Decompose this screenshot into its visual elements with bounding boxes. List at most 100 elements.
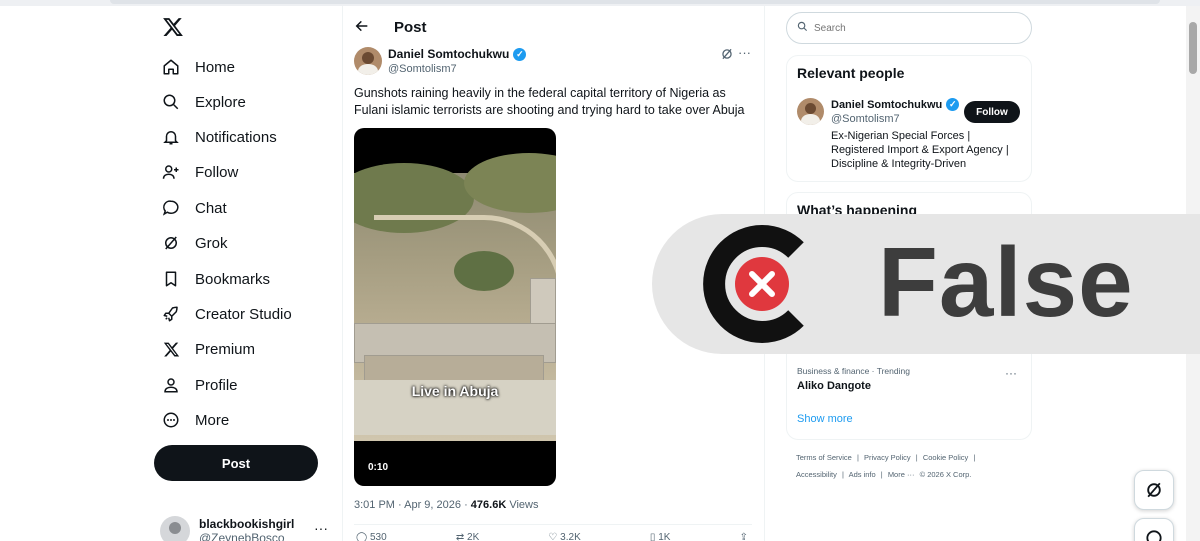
trend-more-icon[interactable]: ··· <box>1005 366 1017 380</box>
nav-profile[interactable]: Profile <box>160 370 238 400</box>
nav-more[interactable]: More <box>160 405 229 435</box>
author-name: Daniel Somtochukwu <box>388 47 510 61</box>
post-actions: ◯ 530 ⇄ 2K ♡ 3.2K ▯ 1K ⇪ <box>356 532 748 541</box>
nav-label: Follow <box>195 163 239 181</box>
repost-button[interactable]: ⇄ 2K <box>456 532 479 541</box>
nav-label: Creator Studio <box>195 305 292 323</box>
video-duration: 0:10 <box>368 462 389 473</box>
add-user-icon <box>160 161 182 183</box>
search-icon <box>160 91 182 113</box>
reply-count: 530 <box>369 532 387 541</box>
nav-label: Bookmarks <box>195 270 271 288</box>
footer-separator: | <box>856 453 859 462</box>
grok-float-button[interactable] <box>1134 470 1174 510</box>
divider <box>354 524 752 525</box>
footer-links-row2: Accessibility | Ads info | More ··· © 20… <box>796 470 974 479</box>
scrollbar-thumb[interactable] <box>1189 22 1197 74</box>
search-box[interactable] <box>786 12 1032 44</box>
reply-button[interactable]: ◯ 530 <box>356 532 387 541</box>
video-frame <box>354 153 556 441</box>
home-icon <box>160 56 182 78</box>
trend-category: Business & finance · Trending <box>797 366 910 376</box>
nav-home[interactable]: Home <box>160 52 235 82</box>
views-count: 476.6K <box>470 499 507 511</box>
share-icon[interactable]: ⇪ <box>740 532 748 541</box>
like-button[interactable]: ♡ 3.2K <box>548 532 580 541</box>
footer-link-more[interactable]: More ··· <box>888 470 915 479</box>
person-name: Daniel Somtochukwu <box>831 98 943 111</box>
more-dots-icon[interactable]: ··· <box>314 520 328 536</box>
x-logo-icon <box>160 338 182 360</box>
x-logo-icon[interactable] <box>162 16 184 38</box>
relevant-people-title: Relevant people <box>797 65 905 81</box>
nav-premium[interactable]: Premium <box>160 334 255 364</box>
page-title: Post <box>394 19 427 36</box>
chat-bubble-icon <box>160 197 182 219</box>
like-count: 3.2K <box>560 532 581 541</box>
author-name-row[interactable]: Daniel Somtochukwu ✓ <box>388 47 527 61</box>
nav-label: Profile <box>195 376 238 394</box>
post-meta: 3:01 PM · Apr 9, 2026 · 476.6K Views <box>354 499 538 511</box>
nav-label: Grok <box>195 234 228 252</box>
address-bar[interactable] <box>110 0 1160 4</box>
footer-link-ads-info[interactable]: Ads info <box>849 470 876 479</box>
verified-badge-icon: ✓ <box>513 47 527 61</box>
bell-icon <box>160 126 182 148</box>
author-avatar[interactable] <box>354 47 382 75</box>
account-handle: @ZeynebBosco <box>199 531 285 541</box>
fact-check-verdict: False <box>878 227 1134 337</box>
nav-creator-studio[interactable]: Creator Studio <box>160 299 292 329</box>
bookmark-button[interactable]: ▯ 1K <box>650 532 671 541</box>
nav-follow[interactable]: Follow <box>160 157 238 187</box>
messages-float-button[interactable] <box>1134 518 1174 541</box>
column-divider <box>342 6 343 541</box>
grok-icon <box>160 232 182 254</box>
grok-icon <box>1147 482 1161 498</box>
video-scenery <box>374 215 556 305</box>
post-text: Gunshots raining heavily in the federal … <box>354 86 745 117</box>
person-handle[interactable]: @Somtolism7 <box>831 113 900 125</box>
back-arrow-icon[interactable] <box>354 18 370 39</box>
nav-chat[interactable]: Chat <box>160 193 227 223</box>
copyright: © 2026 X Corp. <box>919 470 972 479</box>
post-timestamp[interactable]: 3:01 PM · Apr 9, 2026 · <box>354 499 471 511</box>
nav-notifications[interactable]: Notifications <box>160 122 277 152</box>
verified-badge-icon: ✓ <box>946 98 960 111</box>
footer-link-privacy[interactable]: Privacy Policy <box>864 453 911 462</box>
video-player[interactable]: Live in Abuja 0:10 <box>354 128 556 486</box>
person-bio: Ex-Nigerian Special Forces | Registered … <box>831 130 1009 170</box>
footer-link-cookie[interactable]: Cookie Policy <box>923 453 968 462</box>
footer-separator: | <box>841 470 844 479</box>
search-input[interactable] <box>814 22 1014 34</box>
post-button[interactable]: Post <box>154 445 318 481</box>
views-label: Views <box>506 499 539 511</box>
fact-check-logo-icon <box>703 225 804 343</box>
post-more-icon[interactable]: ··· <box>738 45 751 60</box>
browser-top-bar <box>0 0 1200 6</box>
avatar <box>160 516 190 541</box>
author-handle[interactable]: @Somtolism7 <box>388 63 457 75</box>
show-more-link[interactable]: Show more <box>797 413 853 425</box>
person-icon <box>160 374 182 396</box>
footer-separator: | <box>973 453 976 462</box>
grok-icon[interactable] <box>720 47 734 61</box>
footer-link-accessibility[interactable]: Accessibility <box>796 470 837 479</box>
nav-explore[interactable]: Explore <box>160 87 246 117</box>
nav-label: More <box>195 411 230 429</box>
person-name-row[interactable]: Daniel Somtochukwu ✓ <box>831 98 960 111</box>
footer-separator: | <box>880 470 883 479</box>
nav-bookmarks[interactable]: Bookmarks <box>160 264 270 294</box>
nav-label: Explore <box>195 93 246 111</box>
nav-grok[interactable]: Grok <box>160 228 228 258</box>
person-avatar[interactable] <box>797 98 824 125</box>
account-switcher[interactable]: blackbookishgirl @ZeynebBosco ··· <box>160 516 328 541</box>
chat-bubble-icon <box>1146 530 1162 541</box>
video-caption: Live in Abuja <box>411 383 499 399</box>
footer-separator: | <box>915 453 918 462</box>
footer-link-terms[interactable]: Terms of Service <box>796 453 852 462</box>
follow-button[interactable]: Follow <box>964 101 1020 123</box>
nav-label: Home <box>195 58 236 76</box>
trend-name[interactable]: Aliko Dangote <box>797 380 871 392</box>
nav-label: Chat <box>195 199 227 217</box>
nav-label: Premium <box>195 340 256 358</box>
